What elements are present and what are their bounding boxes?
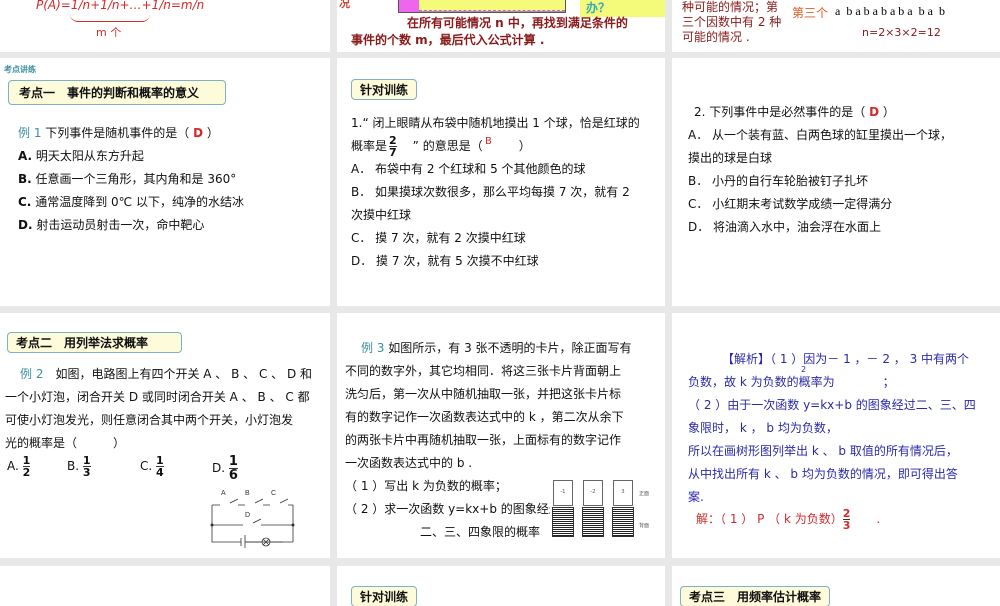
option: D． 将油滴入水中，油会浮在水面上 bbox=[688, 220, 882, 234]
question: 2. 下列事件中是必然事件的是（ D ） bbox=[694, 105, 895, 119]
question: 例 1 下列事件是随机事件的是（ D ） bbox=[18, 126, 219, 140]
slide-thumbnail[interactable]: P(A)=1/n+1/n+…+1/n=m/n m 个 bbox=[0, 0, 330, 52]
analysis-text: （ 2 ）由于一次函数 y=kx+b 的图象经过二、三、四 bbox=[688, 398, 976, 412]
sub-question: （ 1 ）写出 k 为负数的概率； bbox=[345, 479, 507, 493]
text: 况 bbox=[339, 0, 350, 10]
card-front: 3 bbox=[613, 480, 633, 506]
brace bbox=[70, 14, 150, 22]
option: B． 小丹的自行车轮胎被钉子扎坏 bbox=[688, 174, 869, 188]
topic-heading: 考点一 事件的判断和概率的意义 bbox=[8, 80, 226, 105]
slide-thumbnail[interactable]: 种可能的情况；第 三个因数中有 2 种可能的情况 . 第三个 a b a b a … bbox=[672, 0, 1000, 52]
option: D． 摸 7 次，就有 5 次摸不中红球 bbox=[351, 254, 539, 268]
slide-thumbnail[interactable]: 针对训练 1.“ 闭上眼睛从布袋中随机地摸出 1 个球，恰是红球的 概率是 2 7”… bbox=[337, 58, 665, 306]
question: 概率是 2 7” 的意思是（ ） bbox=[351, 134, 531, 159]
sub-question: 二、三、四象限的概率 bbox=[420, 525, 541, 539]
choice: A. 12 bbox=[7, 454, 31, 479]
back-label: 背面 bbox=[639, 523, 650, 529]
card-front: -2 bbox=[583, 480, 603, 506]
slide-thumbnail[interactable]: 考点讲练 考点一 事件的判断和概率的意义 例 1 下列事件是随机事件的是（ D … bbox=[0, 58, 330, 306]
analysis-text: 【解析】（ 1 ）因为－ 1 ，－ 2 ， 3 中有两个 bbox=[722, 352, 970, 366]
practice-heading: 针对训练 bbox=[351, 79, 418, 100]
svg-text:C: C bbox=[271, 490, 276, 497]
slide-thumbnail[interactable]: 况 办？ 在所有可能情况 n 中，再找到满足条件的 事件的个数 m，最后代入公式… bbox=[337, 0, 665, 52]
text: 事件的个数 m，最后代入公式计算 . bbox=[351, 33, 545, 47]
probability-formula: P(A)=1/n+1/n+…+1/n=m/n bbox=[36, 0, 205, 12]
sub-question: （ 2 ）求一次函数 y=kx+b 的图象经过 bbox=[345, 502, 550, 516]
svg-text:B: B bbox=[245, 490, 250, 497]
slide-thumbnail[interactable]: 例 3 如图所示，有 3 张不透明的卡片，除正面写有 不同的数字外，其它均相同．… bbox=[337, 313, 665, 558]
question: 例 3 如图所示，有 3 张不透明的卡片，除正面写有 bbox=[361, 341, 632, 355]
option: 摸出的球是白球 bbox=[688, 151, 773, 165]
analysis-text: 从中找出所有 k 、 b 均为负数的情况，即可得出答 bbox=[688, 467, 958, 481]
question: 可使小灯泡发光，则任意闭合其中两个开关，小灯泡发 bbox=[5, 413, 294, 427]
option: A. 明天太阳从东方升起 bbox=[18, 149, 144, 163]
tree-label: 第三个 bbox=[792, 6, 829, 20]
front-label: 正面 bbox=[639, 491, 650, 497]
slide-thumbnail[interactable]: 针对训练 bbox=[337, 566, 665, 606]
choice: D. 16 bbox=[212, 454, 238, 483]
svg-text:D: D bbox=[245, 512, 250, 519]
slide-thumbnail[interactable]: 2. 下列事件中是必然事件的是（ D ） A． 从一个装有蓝、白两色球的缸里摸出… bbox=[672, 58, 1000, 306]
slide-thumbnail[interactable]: 考点三 用频率估计概率 bbox=[672, 566, 1000, 606]
tree-letters: a b a b a b a b a b a b bbox=[835, 4, 945, 18]
slide-thumbnail[interactable]: 【解析】（ 1 ）因为－ 1 ，－ 2 ， 3 中有两个 负数，故 k 为负数的… bbox=[672, 313, 1000, 558]
option: B. 任意画一个三角形，其内角和是 360° bbox=[18, 172, 237, 186]
option: C． 小红期末考试数学成绩一定得满分 bbox=[688, 197, 893, 211]
table-figure bbox=[398, 0, 566, 13]
brace-label: m 个 bbox=[96, 26, 122, 39]
analysis-text: 案. bbox=[688, 490, 704, 504]
text: 在所有可能情况 n 中，再找到满足条件的 bbox=[407, 16, 628, 30]
section-label: 考点讲练 bbox=[4, 65, 36, 74]
text: 种可能的情况；第 三个因数中有 2 种可能的情况 . bbox=[682, 0, 782, 44]
fraction-numerator: 2 bbox=[801, 365, 807, 374]
analysis-text: 象限时， k ， b 均为负数， bbox=[688, 421, 838, 435]
count-formula: n=2×3×2=12 bbox=[862, 26, 941, 39]
option: B． 如果摸球次数很多，那么平均每摸 7 次，就有 2 bbox=[351, 185, 630, 199]
topic-heading: 考点三 用频率估计概率 bbox=[680, 586, 831, 606]
slide-thumbnail[interactable]: 考点二 用列举法求概率 例 2 如图，电路图上有四个开关 A 、 B 、 C 、… bbox=[0, 313, 330, 558]
option: D. 射击运动员射击一次，命中靶心 bbox=[18, 218, 205, 232]
question: 1.“ 闭上眼睛从布袋中随机地摸出 1 个球，恰是红球的 bbox=[351, 116, 640, 130]
card-back bbox=[552, 507, 574, 537]
option: A． 布袋中有 2 个红球和 5 个其他颜色的球 bbox=[351, 162, 586, 176]
card-back bbox=[612, 507, 634, 537]
question: 有的数字记作一次函数表达式中的 k ，第二次从余下 bbox=[345, 410, 624, 424]
card-front: -1 bbox=[553, 480, 573, 506]
practice-heading: 针对训练 bbox=[351, 586, 418, 606]
option: 次摸中红球 bbox=[351, 208, 412, 222]
question: 的两张卡片中再随机抽取一张，上面标有的数字记作 bbox=[345, 433, 622, 447]
analysis-text: 所以在画树形图列举出 k 、 b 取值的所有情况后， bbox=[688, 444, 958, 458]
solution: 解：（ 1 ） P （ k 为负数） 2 3. bbox=[696, 507, 881, 532]
answer-mark: B bbox=[485, 136, 492, 147]
slide-thumbnail[interactable] bbox=[0, 566, 330, 606]
circuit-diagram: A B C D bbox=[210, 490, 295, 548]
option: A． 从一个装有蓝、白两色球的缸里摸出一个球， bbox=[688, 128, 953, 142]
svg-text:A: A bbox=[221, 490, 226, 497]
question: 例 2 如图，电路图上有四个开关 A 、 B 、 C 、 D 和 bbox=[20, 367, 313, 381]
question: 不同的数字外，其它均相同．将这三张卡片背面朝上 bbox=[345, 364, 622, 378]
analysis-text: 负数，故 k 为负数的概率为 ； bbox=[688, 375, 895, 389]
card-back bbox=[582, 507, 604, 537]
question: 一次函数表达式中的 b . bbox=[345, 456, 473, 470]
choice: C. 14 bbox=[140, 454, 164, 479]
topic-heading: 考点二 用列举法求概率 bbox=[7, 332, 182, 353]
question: 洗匀后，第一次从中随机抽取一张，并把这张卡片标 bbox=[345, 387, 622, 401]
question: 光的概率是（ ） bbox=[5, 436, 126, 450]
option: C. 通常温度降到 0℃ 以下，纯净的水结冰 bbox=[18, 195, 244, 209]
choice: B. 13 bbox=[67, 454, 91, 479]
option: C． 摸 7 次，就有 2 次摸中红球 bbox=[351, 231, 526, 245]
question: 一个小灯泡，闭合开关 D 或同时闭合开关 A 、 B 、 C 都 bbox=[5, 390, 310, 404]
